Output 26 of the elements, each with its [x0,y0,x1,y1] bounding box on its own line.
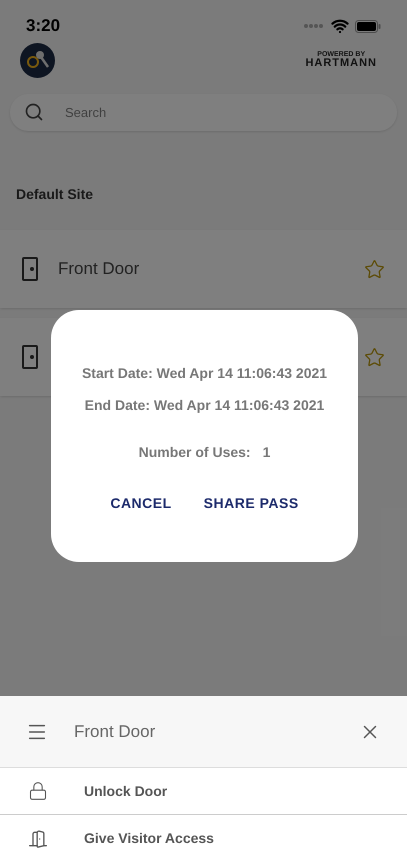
site-title: Default Site [16,186,94,202]
wifi-icon [331,17,349,35]
start-date: Start Date: Wed Apr 14 11:06:43 2021 [82,364,328,383]
battery-icon [355,20,381,32]
door-row[interactable]: Front Door [0,230,407,308]
cancel-button[interactable]: CANCEL [110,493,172,514]
signal-icon [303,23,325,29]
star-icon[interactable] [364,346,385,368]
uses-value: 1 [262,443,270,462]
door-name: Front Door [58,258,140,280]
action-item[interactable]: Unlock Door [0,768,407,815]
door-icon [22,257,38,281]
status-time: 3:20 [26,15,60,38]
star-icon[interactable] [364,258,385,280]
brand-logo-text: HARTMANN [305,58,377,69]
door-icon [22,345,38,369]
app-logo[interactable] [20,42,55,78]
end-date: End Date: Wed Apr 14 11:06:43 2021 [84,396,324,415]
share-pass-button[interactable]: SHARE PASS [204,493,299,514]
action-item[interactable]: Give Visitor Access [0,815,407,862]
sheet-title: Front Door [74,720,156,743]
search-field[interactable]: Search [10,94,397,131]
lock-icon [28,781,48,801]
search-icon [24,102,44,122]
uses-label: Number of Uses: [138,443,251,462]
door-icon [28,828,48,848]
